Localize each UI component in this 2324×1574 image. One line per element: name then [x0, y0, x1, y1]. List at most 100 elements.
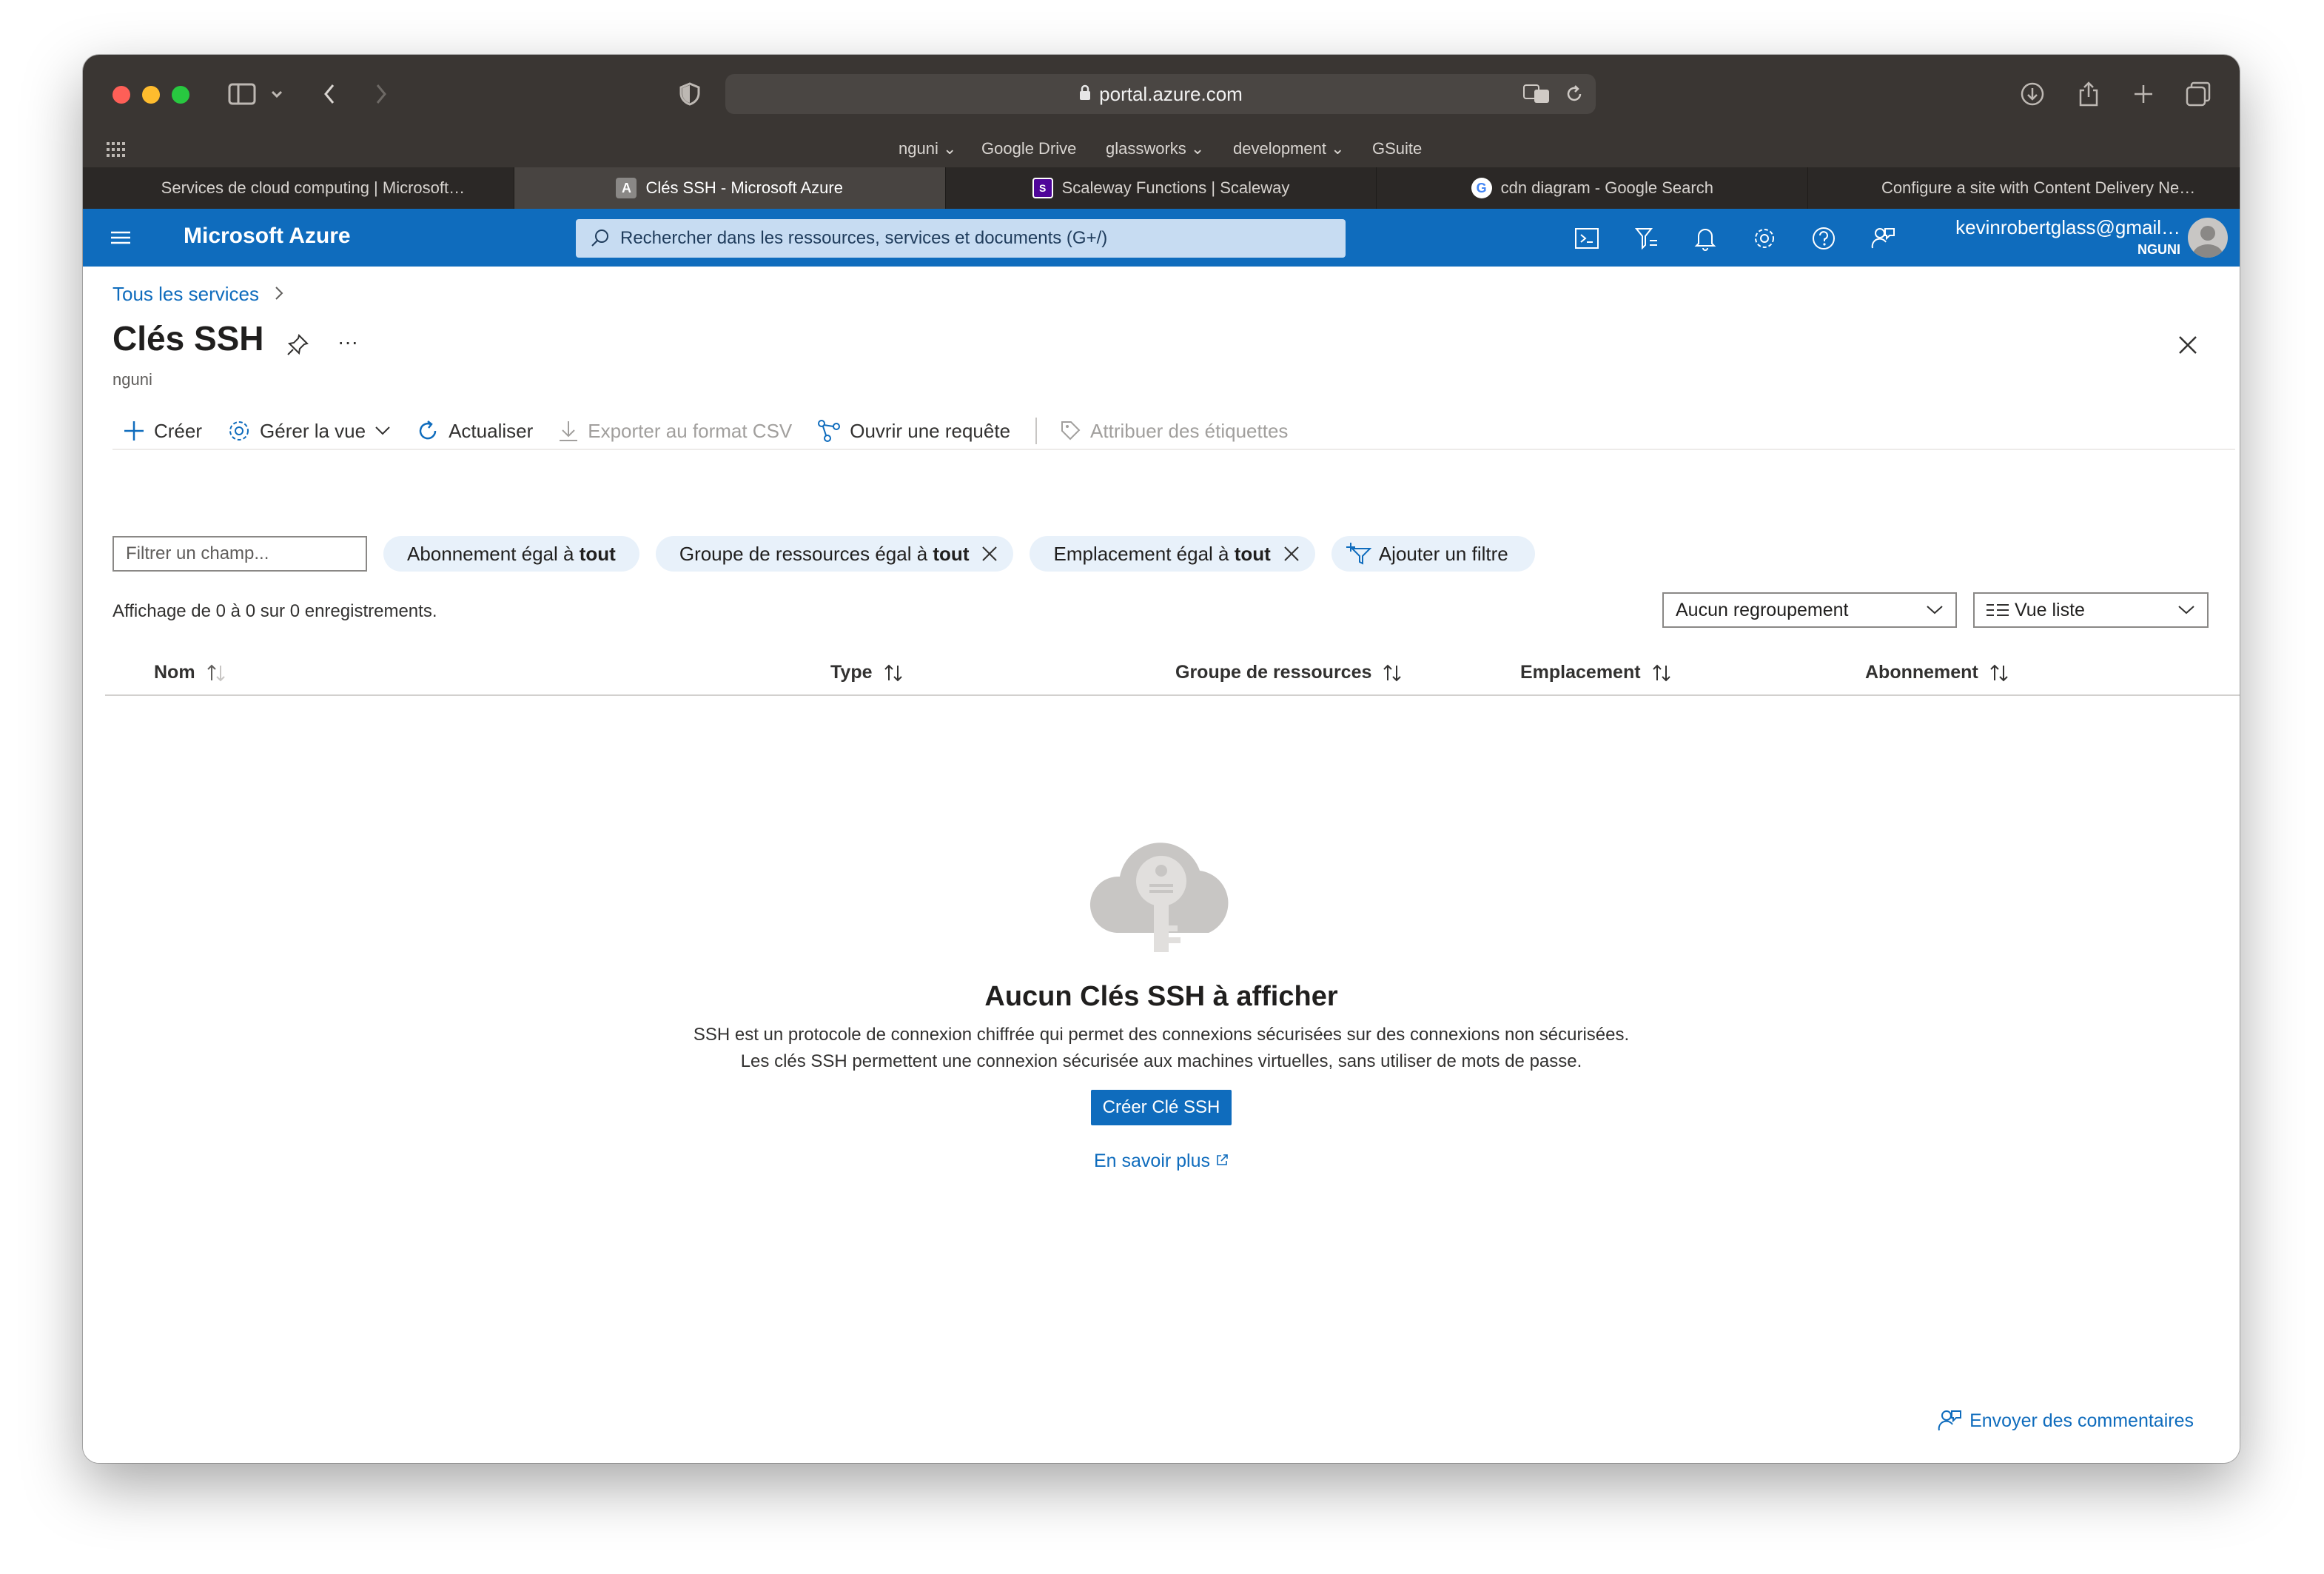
url-text: portal.azure.com [1099, 82, 1243, 105]
chevron-down-icon [1927, 606, 1943, 614]
sidebar-toggle-icon[interactable] [225, 77, 259, 111]
cloud-shell-icon[interactable] [1572, 224, 1602, 253]
manage-view-button[interactable]: Gérer la vue [227, 419, 391, 443]
tab-overview-icon[interactable] [2183, 77, 2213, 111]
forward-icon[interactable] [370, 77, 392, 111]
tab-scaleway[interactable]: S Scaleway Functions | Scaleway [946, 167, 1377, 209]
export-csv-button[interactable]: Exporter au format CSV [558, 420, 792, 443]
create-ssh-key-button[interactable]: Créer Clé SSH [1090, 1090, 1232, 1125]
hamburger-menu-icon[interactable] [110, 227, 132, 249]
refresh-icon [419, 421, 437, 440]
browser-chrome: portal.azure.com nguni ⌄ Google Drive gl… [83, 55, 2240, 209]
avatar[interactable] [2188, 218, 2228, 258]
command-bar: Créer Gérer la vue Actualiser Exporter a… [112, 413, 2235, 450]
sort-icon [884, 664, 902, 681]
filter-field-input[interactable]: Filtrer un champ... [112, 536, 367, 572]
bookmark-google-drive[interactable]: Google Drive [981, 139, 1076, 158]
page-title: Clés SSH [112, 319, 264, 358]
tab-microsoft-cloud[interactable]: Services de cloud computing | Microsoft… [83, 167, 514, 209]
apps-grid-icon[interactable] [107, 142, 126, 161]
bookmark-development[interactable]: development ⌄ [1233, 139, 1345, 158]
column-header-name[interactable]: Nom [154, 662, 228, 683]
back-icon[interactable] [318, 77, 340, 111]
learn-more-link[interactable]: En savoir plus [83, 1151, 2240, 1172]
bookmark-nguni[interactable]: nguni ⌄ [899, 139, 956, 158]
tab-google-search[interactable]: G cdn diagram - Google Search [1377, 167, 1809, 209]
tenant-name: NGUNI [2137, 242, 2180, 257]
breadcrumb[interactable]: Tous les services [112, 283, 283, 306]
remove-filter-icon[interactable] [981, 545, 998, 563]
column-header-subscription[interactable]: Abonnement [1865, 662, 2011, 683]
browser-toolbar: portal.azure.com [83, 55, 2240, 132]
empty-state-line-1: SSH est un protocole de connexion chiffr… [693, 1025, 1630, 1045]
column-header-resource-group[interactable]: Groupe de ressources [1175, 662, 1404, 683]
share-icon[interactable] [2074, 77, 2103, 111]
minimize-window-button[interactable] [142, 86, 160, 104]
search-placeholder: Rechercher dans les ressources, services… [620, 228, 1108, 248]
close-icon[interactable] [2177, 335, 2198, 359]
view-mode-dropdown[interactable]: Vue liste [1973, 592, 2209, 628]
cloud-key-icon [1089, 843, 1229, 952]
bookmark-glassworks[interactable]: glassworks ⌄ [1106, 139, 1204, 158]
translate-icon[interactable] [1523, 84, 1550, 109]
remove-filter-icon[interactable] [1283, 545, 1300, 563]
gear-icon [229, 421, 249, 441]
google-g-icon: G [1471, 178, 1492, 198]
query-graph-icon [818, 420, 841, 442]
tab-configure-cdn[interactable]: Configure a site with Content Delivery N… [1808, 167, 2240, 209]
main-content: Tous les services Clés SSH ··· nguni Cré… [83, 267, 2240, 1463]
tab-ssh-keys-azure[interactable]: A Clés SSH - Microsoft Azure [514, 167, 946, 209]
settings-gear-icon[interactable] [1750, 224, 1779, 253]
azure-brand[interactable]: Microsoft Azure [184, 224, 351, 249]
filter-pill-location[interactable]: Emplacement égal à tout [1030, 536, 1315, 572]
open-query-button[interactable]: Ouvrir une requête [817, 419, 1010, 443]
column-header-location[interactable]: Emplacement [1520, 662, 1673, 683]
new-tab-icon[interactable] [2129, 77, 2158, 111]
directory-filter-icon[interactable] [1631, 224, 1661, 253]
send-feedback-link[interactable]: Envoyer des commentaires [1937, 1408, 2194, 1433]
close-window-button[interactable] [112, 86, 130, 104]
global-search-input[interactable]: Rechercher dans les ressources, services… [576, 219, 1346, 258]
zoom-window-button[interactable] [172, 86, 189, 104]
help-question-icon[interactable] [1809, 224, 1838, 253]
bookmark-gsuite[interactable]: GSuite [1372, 139, 1422, 158]
chevron-down-icon [375, 426, 390, 435]
sort-icon [206, 664, 225, 681]
pin-icon[interactable] [286, 333, 309, 361]
empty-state-line-2: Les clés SSH permettent une connexion sé… [740, 1051, 1582, 1071]
refresh-button[interactable]: Actualiser [416, 419, 533, 443]
grouping-dropdown[interactable]: Aucun regroupement [1662, 592, 1957, 628]
plus-icon [124, 421, 144, 441]
column-header-type[interactable]: Type [830, 662, 905, 683]
notifications-bell-icon[interactable] [1690, 224, 1720, 253]
sort-icon [1990, 664, 2008, 681]
sort-icon [1652, 664, 1670, 681]
bookmarks-bar: nguni ⌄ Google Drive glassworks ⌄ develo… [83, 132, 2240, 167]
browser-tab-strip: Services de cloud computing | Microsoft…… [83, 167, 2240, 209]
breadcrumb-all-services[interactable]: Tous les services [112, 283, 259, 305]
external-link-icon [1217, 1154, 1228, 1165]
filter-pill-subscription[interactable]: Abonnement égal à tout [383, 536, 639, 572]
assign-tags-button[interactable]: Attribuer des étiquettes [1059, 419, 1288, 443]
privacy-shield-icon[interactable] [675, 77, 705, 111]
download-icon [560, 421, 578, 441]
azure-top-bar: Microsoft Azure Rechercher dans les ress… [83, 209, 2240, 267]
command-divider [1035, 418, 1038, 444]
tag-icon [1061, 421, 1081, 441]
reload-icon[interactable] [1565, 84, 1584, 109]
more-options-icon[interactable]: ··· [337, 330, 358, 354]
downloads-icon[interactable] [2018, 77, 2047, 111]
filter-bar: Filtrer un champ... Abonnement égal à to… [112, 536, 1535, 572]
feedback-person-icon[interactable] [1868, 224, 1898, 253]
account-menu[interactable]: kevinrobertglass@gmail… NGUNI [1955, 216, 2180, 258]
list-view-icon [1987, 604, 2009, 616]
empty-state: Aucun Clés SSH à afficher SSH est un pro… [83, 829, 2240, 1172]
address-bar[interactable]: portal.azure.com [725, 74, 1596, 114]
chevron-down-icon[interactable] [268, 77, 286, 111]
create-button[interactable]: Créer [123, 420, 202, 443]
sort-icon [1383, 664, 1402, 681]
user-email: kevinrobertglass@gmail… [1955, 216, 2180, 238]
empty-state-heading: Aucun Clés SSH à afficher [984, 981, 1338, 1012]
filter-pill-resource-group[interactable]: Groupe de ressources égal à tout [655, 536, 1014, 572]
add-filter-button[interactable]: Ajouter un filtre [1331, 536, 1535, 572]
